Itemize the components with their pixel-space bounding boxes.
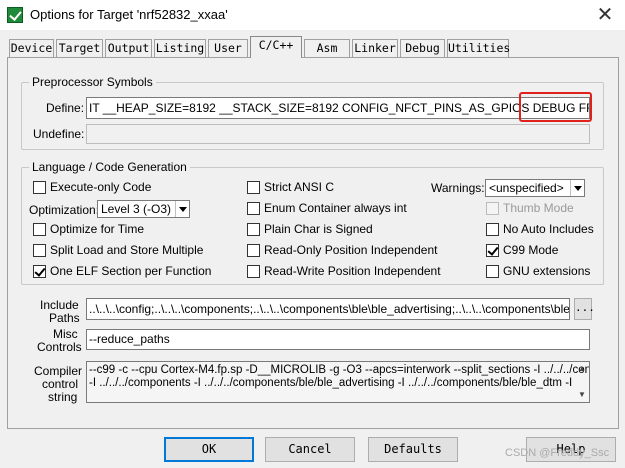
misc-controls-input[interactable]: --reduce_paths (86, 329, 590, 350)
defaults-button[interactable]: Defaults (368, 437, 458, 462)
keil-app-icon (7, 7, 23, 23)
browse-include-button[interactable]: ... (574, 298, 595, 320)
window-title: Options for Target 'nrf52832_xxaa' (30, 7, 228, 22)
compiler-string-line1: --c99 -c --cpu Cortex-M4.fp.sp -D__MICRO… (89, 364, 590, 376)
warnings-select[interactable]: <unspecified> (485, 179, 585, 197)
tab-output[interactable]: Output (105, 39, 152, 57)
optimization-label: Optimization: (29, 203, 100, 217)
tab-debug[interactable]: Debug (400, 39, 445, 57)
optimize-time-checkbox[interactable] (33, 223, 46, 236)
cancel-button[interactable]: Cancel (265, 437, 355, 462)
warnings-label: Warnings: (431, 181, 485, 195)
chevron-down-icon (570, 180, 584, 196)
c99-mode-checkbox[interactable] (486, 244, 499, 257)
tab-c-cpp[interactable]: C/C++ (250, 36, 302, 58)
ro-pi-checkbox[interactable] (247, 244, 260, 257)
optimization-value: Level 3 (-O3) (101, 202, 172, 216)
tab-device[interactable]: Device (9, 39, 54, 57)
execute-only-checkbox[interactable] (33, 181, 46, 194)
tab-listing[interactable]: Listing (154, 39, 206, 57)
freertos-highlight-box (519, 92, 592, 122)
optimize-time-label: Optimize for Time (50, 222, 145, 236)
strict-ansi-checkbox[interactable] (247, 181, 260, 194)
one-elf-checkbox[interactable] (33, 265, 46, 278)
compiler-label-line1: Compiler (34, 364, 83, 378)
gnu-extensions-label: GNU extensions (503, 264, 591, 278)
compiler-label-line3: string (48, 390, 78, 404)
close-button[interactable]: ✕ (590, 4, 620, 26)
language-legend: Language / Code Generation (29, 160, 190, 174)
include-paths-input[interactable]: ..\..\..\config;..\..\..\components;..\.… (86, 298, 570, 320)
strict-ansi-label: Strict ANSI C (264, 180, 335, 194)
scroll-up-icon[interactable]: ▲ (576, 364, 588, 374)
define-label: Define: (46, 101, 85, 115)
tab-asm[interactable]: Asm (304, 39, 350, 57)
one-elf-label: One ELF Section per Function (50, 264, 212, 278)
enum-container-checkbox[interactable] (247, 202, 260, 215)
execute-only-label: Execute-only Code (50, 180, 152, 194)
warnings-value: <unspecified> (489, 181, 564, 195)
thumb-mode-label: Thumb Mode (503, 201, 574, 215)
compiler-label-line2: control (42, 377, 79, 391)
no-auto-includes-label: No Auto Includes (503, 222, 594, 236)
preprocessor-legend: Preprocessor Symbols (29, 75, 156, 89)
no-auto-includes-checkbox[interactable] (486, 223, 499, 236)
plain-char-checkbox[interactable] (247, 223, 260, 236)
compiler-string-box[interactable]: --c99 -c --cpu Cortex-M4.fp.sp -D__MICRO… (86, 361, 590, 403)
define-input[interactable]: IT __HEAP_SIZE=8192 __STACK_SIZE=8192 CO… (86, 97, 590, 119)
split-load-checkbox[interactable] (33, 244, 46, 257)
undefine-label: Undefine: (33, 127, 85, 141)
plain-char-label: Plain Char is Signed (264, 222, 373, 236)
gnu-extensions-checkbox[interactable] (486, 265, 499, 278)
csdn-watermark: CSDN @Freddy_Ssc (505, 447, 610, 459)
include-label-line1: Include (40, 298, 79, 312)
thumb-mode-checkbox[interactable] (486, 202, 499, 215)
include-label-line2: Paths (49, 311, 80, 325)
undefine-input[interactable] (86, 124, 590, 144)
optimization-select[interactable]: Level 3 (-O3) (97, 200, 190, 218)
misc-label-line1: Misc (53, 327, 78, 341)
c99-mode-label: C99 Mode (503, 243, 559, 257)
ro-pi-label: Read-Only Position Independent (264, 243, 438, 257)
compiler-string-line2: -I ../../../components -I ../../../compo… (89, 377, 573, 389)
tab-utilities[interactable]: Utilities (447, 39, 510, 57)
tab-target[interactable]: Target (56, 39, 103, 57)
split-load-label: Split Load and Store Multiple (50, 243, 204, 257)
rw-pi-checkbox[interactable] (247, 265, 260, 278)
ok-button[interactable]: OK (164, 437, 254, 462)
scroll-down-icon[interactable]: ▼ (576, 390, 588, 400)
enum-container-label: Enum Container always int (264, 201, 407, 215)
misc-label-line2: Controls (37, 340, 82, 354)
chevron-down-icon (175, 201, 189, 217)
tab-linker[interactable]: Linker (352, 39, 398, 57)
rw-pi-label: Read-Write Position Independent (264, 264, 441, 278)
tab-user[interactable]: User (208, 39, 248, 57)
